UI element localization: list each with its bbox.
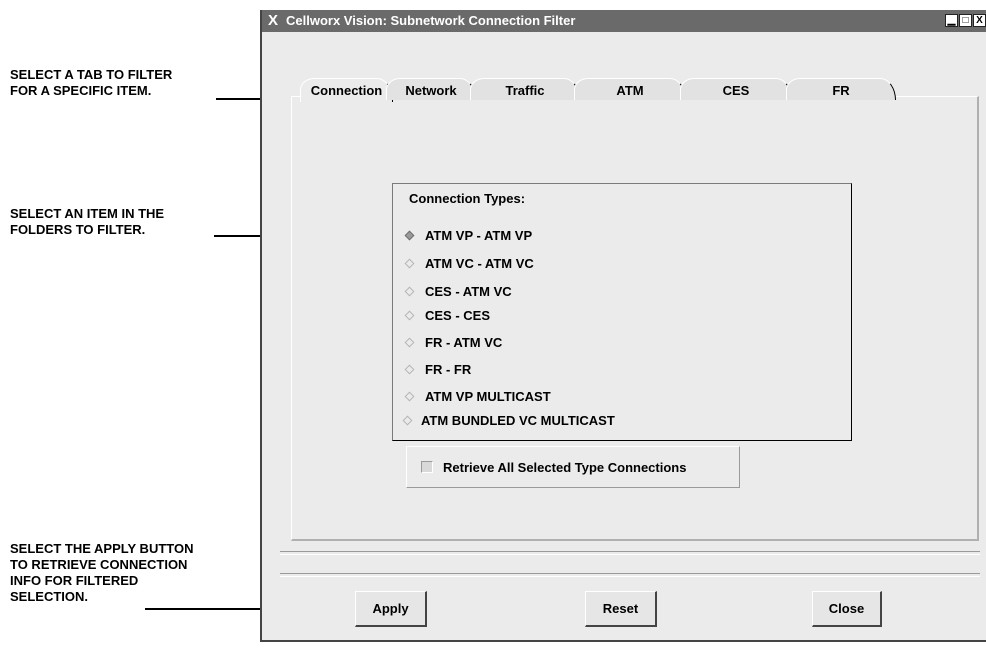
radio-diamond-icon [404,258,415,268]
title-bar[interactable]: X Cellworx Vision: Subnetwork Connection… [262,10,986,32]
radio-label: ATM VP - ATM VP [425,227,533,243]
tab-atm[interactable]: ATM [574,78,686,100]
radio-label: FR - ATM VC [425,334,503,350]
minimize-icon[interactable]: ▁ [945,14,958,27]
radio-label: FR - FR [425,361,472,377]
radio-atm-bundled-vc-multicast[interactable]: ATM BUNDLED VC MULTICAST [401,410,615,430]
radio-diamond-icon [404,337,415,347]
radio-diamond-icon [404,230,415,240]
tab-traffic[interactable]: Traffic [470,78,580,100]
separator-top [280,551,980,555]
retrieve-all-checkbox[interactable]: Retrieve All Selected Type Connections [406,446,740,488]
radio-fr-atm-vc[interactable]: FR - ATM VC [403,332,502,352]
checkbox-box[interactable] [421,461,433,473]
radio-ces-ces[interactable]: CES - CES [403,305,490,325]
filter-window: X Cellworx Vision: Subnetwork Connection… [260,10,986,642]
window-controls: ▁ □ X [945,14,986,27]
radio-diamond-icon [402,415,413,425]
annotation-folder-hint: SELECT AN ITEM IN THE FOLDERS TO FILTER. [10,206,165,237]
close-button[interactable]: Close [812,591,882,627]
radio-label: ATM BUNDLED VC MULTICAST [421,412,615,428]
radio-ces-atm-vc[interactable]: CES - ATM VC [403,281,512,301]
reset-button[interactable]: Reset [585,591,657,627]
tab-ces[interactable]: CES [680,78,792,100]
connection-types-title: Connection Types: [409,191,526,206]
tab-bar: Connection Network Traffic ATM CES FR [300,78,940,102]
radio-diamond-icon [404,364,415,374]
radio-atm-vc-atm-vc[interactable]: ATM VC - ATM VC [403,253,534,273]
radio-label: ATM VP MULTICAST [425,388,551,404]
radio-label: CES - ATM VC [425,283,512,299]
connection-types-group: Connection Types: ATM VP - ATM VP ATM VC… [392,183,852,441]
annotation-apply-hint: SELECT THE APPLY BUTTON TO RETRIEVE CONN… [10,541,194,604]
x-logo-icon: X [268,12,279,29]
radio-label: ATM VC - ATM VC [425,255,534,271]
annotation-tab-hint: SELECT A TAB TO FILTER FOR A SPECIFIC IT… [10,67,173,98]
radio-atm-vp-atm-vp[interactable]: ATM VP - ATM VP [403,225,532,245]
radio-diamond-icon [404,286,415,296]
retrieve-all-label: Retrieve All Selected Type Connections [443,459,687,475]
radio-atm-vp-multicast[interactable]: ATM VP MULTICAST [403,386,551,406]
tab-network[interactable]: Network [386,78,476,100]
tab-connection[interactable]: Connection [300,78,393,102]
radio-fr-fr[interactable]: FR - FR [403,359,471,379]
separator-bottom [280,573,980,577]
maximize-icon[interactable]: □ [959,14,972,27]
window-title: Cellworx Vision: Subnetwork Connection F… [286,13,576,28]
radio-diamond-icon [404,310,415,320]
close-icon[interactable]: X [973,14,986,27]
radio-label: CES - CES [425,307,491,323]
apply-button[interactable]: Apply [355,591,427,627]
radio-diamond-icon [404,391,415,401]
tab-fr[interactable]: FR [786,78,896,100]
